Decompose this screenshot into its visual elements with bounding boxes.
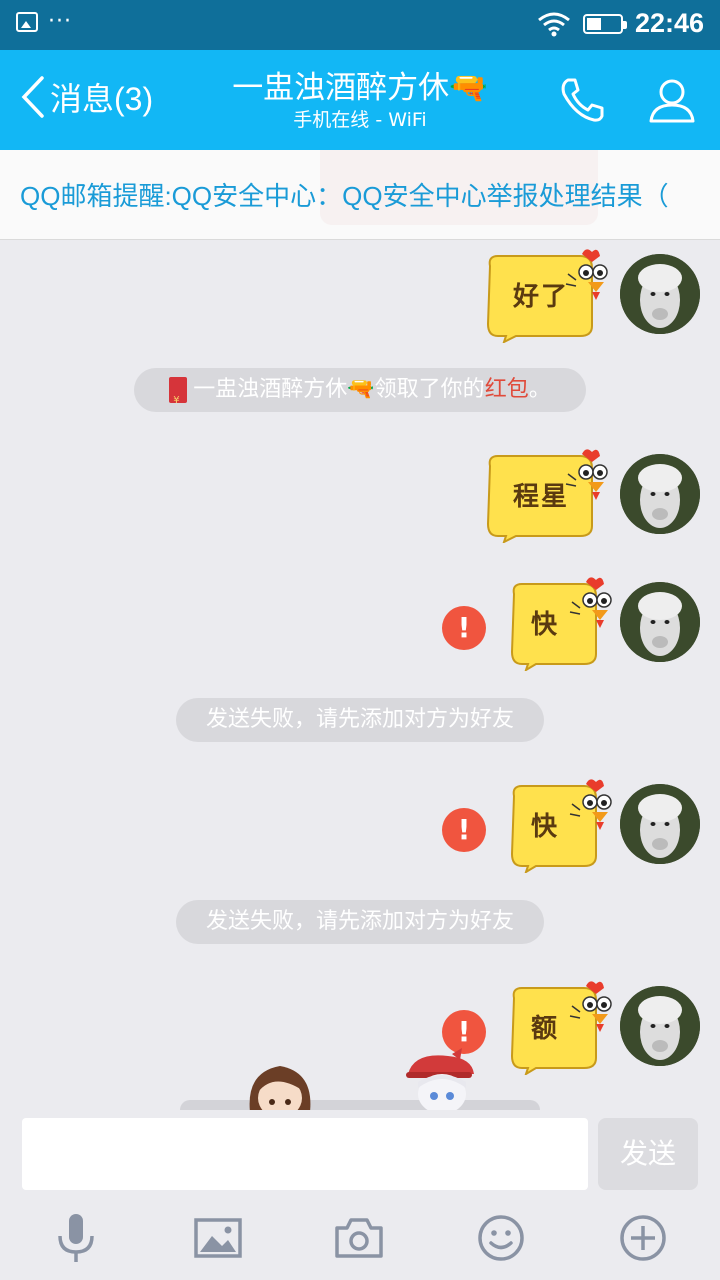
battery-icon	[582, 13, 627, 34]
send-failed-notice: 发送失败，请先添加对方为好友	[176, 698, 544, 742]
contact-title[interactable]: 一盅浊酒醉方休🔫 手机在线 - WiFi	[200, 68, 520, 132]
plus-icon[interactable]	[615, 1210, 671, 1266]
sticker-message[interactable]: 快	[506, 576, 616, 673]
alpaca-avatar-icon	[620, 582, 700, 662]
header-actions	[556, 74, 698, 126]
avatar[interactable]	[620, 454, 700, 534]
sticker-caption: 快	[530, 610, 559, 640]
sticker-caption: 额	[530, 1014, 559, 1044]
profile-icon[interactable]	[646, 74, 698, 126]
composer: 发送	[0, 1110, 720, 1280]
avatar[interactable]	[620, 582, 700, 662]
alpaca-avatar-icon	[620, 454, 700, 534]
image-icon[interactable]	[190, 1210, 246, 1266]
red-packet-icon	[169, 377, 188, 423]
sticker-message[interactable]: 程星	[482, 448, 612, 544]
status-left: ···	[16, 9, 72, 34]
send-failed-notice: 发送失败，请先添加对方为好友	[176, 900, 544, 944]
phone-icon[interactable]	[556, 74, 608, 126]
back-button[interactable]: 消息(3)	[18, 74, 153, 120]
sticker-caption: 程星	[512, 482, 569, 512]
devil-boy-character-icon	[406, 1048, 474, 1110]
girl-character-icon	[249, 1066, 311, 1110]
chevron-left-icon	[21, 76, 44, 118]
microphone-icon[interactable]	[48, 1210, 104, 1266]
back-label: 消息(3)	[50, 81, 154, 117]
red-packet-notice[interactable]: 一盅浊酒醉方休🔫领取了你的红包。	[134, 368, 586, 423]
sticker-message[interactable]: 好了	[482, 248, 612, 344]
status-bar: ··· 22:46	[0, 0, 720, 50]
sticker-caption: 快	[530, 812, 559, 842]
wifi-icon	[538, 12, 570, 36]
status-right: 22:46	[537, 8, 704, 39]
composer-toolbar	[0, 1210, 720, 1270]
sticker-message[interactable]: 额	[506, 980, 616, 1077]
contact-status: 手机在线 - WiFi	[293, 109, 427, 131]
avatar[interactable]	[620, 254, 700, 334]
partial-system-notice	[180, 1100, 540, 1110]
chat-message-list[interactable]: 好了 一盅浊酒醉方休🔫领取了你的红包。 程星 !	[0, 240, 720, 1110]
contact-name: 一盅浊酒醉方休🔫	[232, 70, 488, 106]
more-notifications-icon: ···	[48, 9, 72, 34]
resend-error-icon[interactable]: !	[442, 808, 486, 852]
sticker-caption: 好了	[512, 282, 569, 312]
camera-icon[interactable]	[331, 1210, 387, 1266]
red-packet-notice-text: 一盅浊酒醉方休🔫领取了你的	[193, 377, 485, 402]
resend-error-icon[interactable]: !	[442, 606, 486, 650]
red-packet-link[interactable]: 红包	[485, 377, 529, 402]
alpaca-avatar-icon	[620, 254, 700, 334]
red-packet-notice-suffix: 。	[528, 377, 551, 402]
clock: 22:46	[634, 8, 704, 38]
sticker-message[interactable]: 快	[506, 778, 616, 875]
alpaca-avatar-icon	[620, 986, 700, 1066]
alpaca-avatar-icon	[620, 784, 700, 864]
send-button[interactable]: 发送	[598, 1118, 698, 1190]
chat-header: 消息(3) 一盅浊酒醉方休🔫 手机在线 - WiFi	[0, 50, 720, 150]
notice-text: QQ邮箱提醒:QQ安全中心：QQ安全中心举报处理结果（	[20, 181, 669, 211]
message-input[interactable]	[22, 1118, 588, 1190]
gallery-notification-icon	[16, 12, 38, 32]
avatar[interactable]	[620, 986, 700, 1066]
mail-notice-banner[interactable]: QQ邮箱提醒:QQ安全中心：QQ安全中心举报处理结果（	[0, 150, 720, 240]
emoji-icon[interactable]	[473, 1210, 529, 1266]
avatar[interactable]	[620, 784, 700, 864]
